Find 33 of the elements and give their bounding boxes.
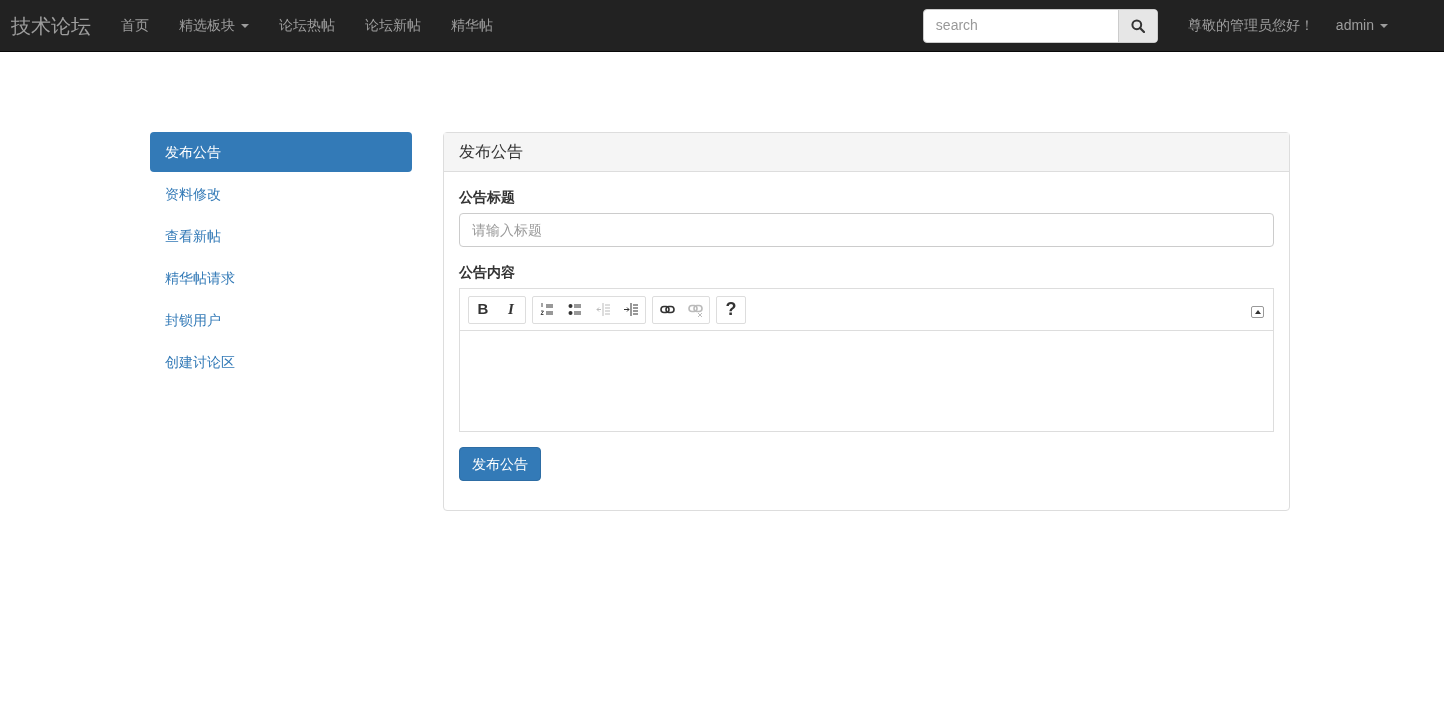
nav-link[interactable]: 精选板块 — [164, 15, 264, 36]
panel-title: 发布公告 — [444, 133, 1289, 172]
bold-button[interactable]: B — [469, 296, 497, 323]
nav-link[interactable]: 精华帖 — [436, 15, 508, 36]
indent-icon — [623, 302, 639, 317]
nav-link[interactable]: 论坛热帖 — [264, 15, 350, 36]
sidebar-item[interactable]: 发布公告 — [150, 132, 412, 172]
sidebar-item[interactable]: 创建讨论区 — [150, 342, 412, 382]
sidebar-item[interactable]: 资料修改 — [150, 174, 412, 214]
outdent-icon — [595, 302, 611, 317]
title-input[interactable]: 请输入标题 — [459, 213, 1274, 247]
caret-icon — [1254, 309, 1261, 314]
nav-link[interactable]: 首页 — [106, 15, 164, 36]
user-menu[interactable]: admin — [1335, 15, 1388, 36]
search-icon — [1130, 18, 1145, 33]
italic-button[interactable]: I — [497, 296, 525, 323]
bullet-list-icon — [567, 302, 583, 317]
unlink-icon — [687, 302, 703, 317]
brand-logo[interactable]: 技术论坛 — [11, 10, 91, 41]
nav-link[interactable]: 论坛新帖 — [350, 15, 436, 36]
search-button[interactable] — [1117, 9, 1157, 42]
field-label: 公告内容 — [459, 263, 516, 282]
ordered-list-icon — [539, 302, 555, 317]
sidebar-item[interactable]: 封锁用户 — [150, 300, 412, 340]
sidebar-item[interactable]: 查看新帖 — [150, 216, 412, 256]
submit-button[interactable]: 发布公告 — [459, 447, 541, 481]
search-input[interactable]: search — [923, 9, 1118, 42]
collapse-button[interactable] — [1251, 305, 1264, 318]
help-button[interactable]: ? — [717, 296, 745, 323]
greeting-text: 尊敬的管理员您好！ — [1187, 16, 1314, 35]
field-label: 公告标题 — [459, 188, 516, 207]
search-field[interactable]: search — [922, 8, 1158, 43]
sidebar-item[interactable]: 精华帖请求 — [150, 258, 412, 298]
